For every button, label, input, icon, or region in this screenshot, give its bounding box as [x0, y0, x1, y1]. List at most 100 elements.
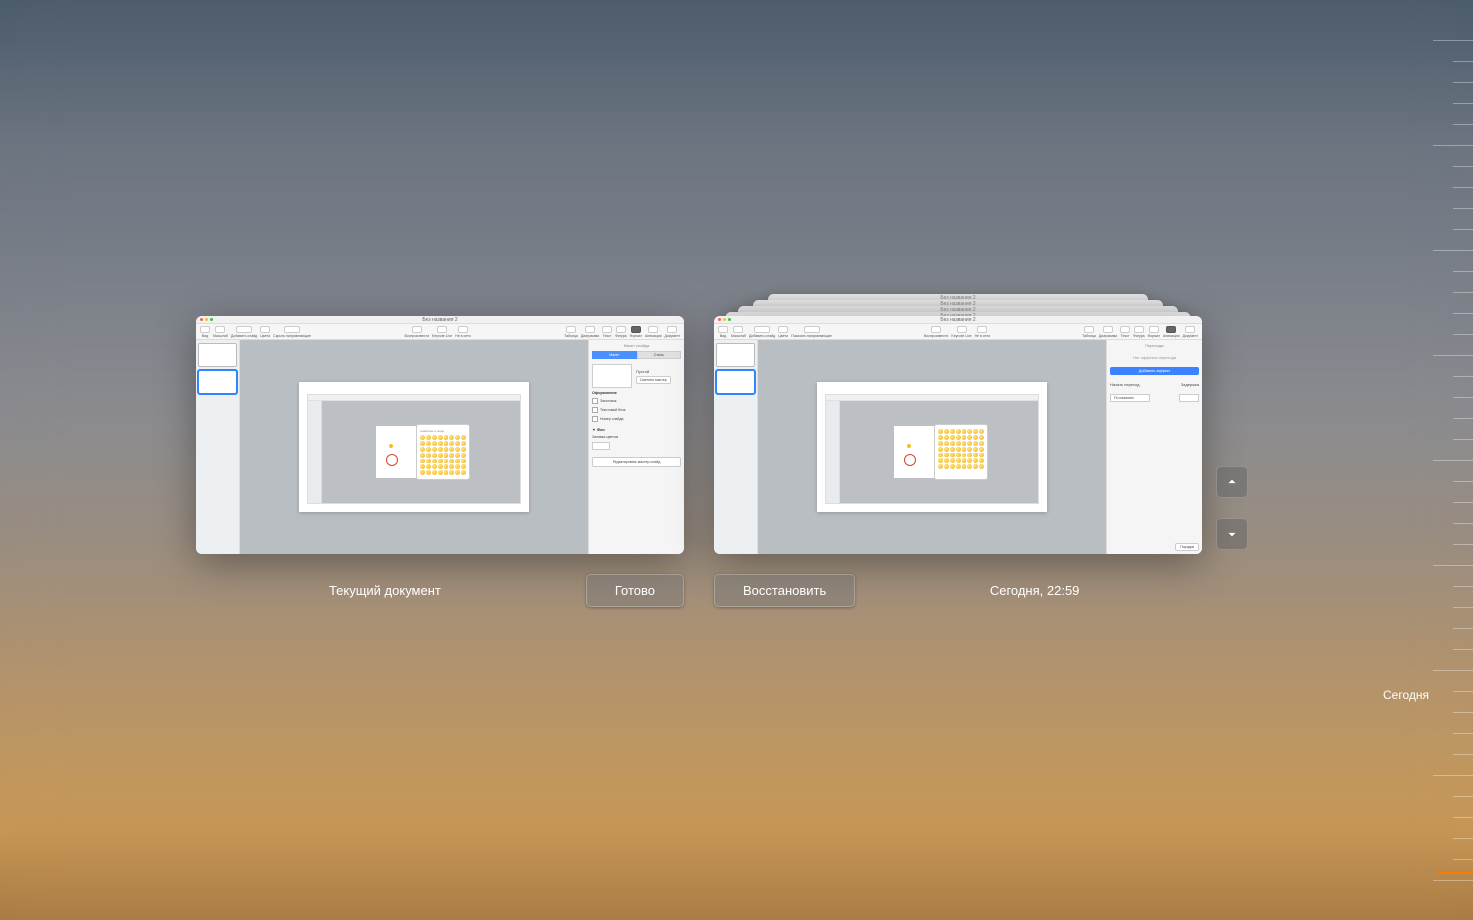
timeline-tick[interactable]	[1453, 187, 1473, 188]
timeline-tick[interactable]	[1453, 313, 1473, 314]
change-master-button: Сменить мастер	[636, 376, 671, 384]
emoji-picker-popup: смайлики и люди	[416, 424, 470, 480]
version-timeline[interactable]: Сегодня	[1363, 40, 1473, 880]
timeline-tick[interactable]	[1453, 712, 1473, 713]
emoji-grid	[420, 435, 466, 475]
done-button[interactable]: Готово	[586, 574, 684, 607]
timeline-tick[interactable]	[1433, 775, 1473, 776]
master-name: Пустой	[636, 369, 671, 374]
slide-canvas: смайлики и люди	[240, 340, 588, 554]
timeline-tick[interactable]	[1453, 754, 1473, 755]
timeline-tick[interactable]	[1453, 61, 1473, 62]
toolbar-document: Документ	[1182, 326, 1198, 338]
toolbar-format: Формат	[630, 326, 642, 338]
current-document-label: Текущий документ	[196, 583, 574, 598]
chevron-up-icon	[1225, 475, 1239, 489]
timeline-tick[interactable]	[1453, 628, 1473, 629]
timeline-tick[interactable]	[1453, 334, 1473, 335]
timeline-tick[interactable]	[1453, 544, 1473, 545]
nested-keynote-window: смайлики и люди	[307, 394, 521, 504]
inspector-sidebar-format: Макет слайда Макет Стиль Пустой Сменить …	[588, 340, 684, 554]
timeline-tick[interactable]	[1453, 103, 1473, 104]
timeline-tick[interactable]	[1453, 502, 1473, 503]
delay-value	[1179, 394, 1199, 402]
toolbar-view: Вид	[200, 326, 210, 338]
timeline-tick[interactable]	[1453, 292, 1473, 293]
window-title: Без названия 2	[940, 317, 975, 323]
red-circle-shape	[904, 454, 916, 466]
toolbar-table: Таблица	[1082, 326, 1096, 338]
toolbar-play: Воспроизвести	[924, 326, 948, 338]
window-titlebar: Без названия 2	[714, 316, 1202, 324]
slide-thumb-1	[198, 343, 237, 367]
timeline-tick[interactable]	[1453, 859, 1473, 860]
toolbar-document: Документ	[664, 326, 680, 338]
toolbar-format: Формат	[1148, 326, 1160, 338]
inspector-sidebar-animate: Переходы Нет эффекта перехода Добавить э…	[1106, 340, 1202, 554]
timeline-tick[interactable]	[1453, 607, 1473, 608]
timeline-tick[interactable]	[1453, 523, 1473, 524]
timeline-tick[interactable]	[1433, 460, 1473, 461]
edit-master-button: Редактировать мастер-слайд	[592, 457, 681, 467]
timeline-tick[interactable]	[1453, 229, 1473, 230]
window-titlebar: Без названия 2	[196, 316, 684, 324]
timeline-tick[interactable]	[1453, 691, 1473, 692]
slide-canvas	[758, 340, 1106, 554]
background-section: ▼ Фон	[592, 428, 681, 432]
current-document-preview[interactable]: Без названия 2 Вид Масштаб Добавить слай…	[196, 316, 684, 554]
timeline-tick[interactable]	[1453, 376, 1473, 377]
timeline-tick[interactable]	[1453, 208, 1473, 209]
start-transition-value: По нажатию	[1110, 394, 1150, 402]
toolbar-animate: Анимация	[645, 326, 661, 338]
timeline-tick[interactable]	[1453, 418, 1473, 419]
toolbar-add-slide: Добавить слайд	[749, 326, 775, 338]
inspector-tab-style: Стиль	[637, 351, 682, 359]
toolbar-add-slide: Добавить слайд	[231, 326, 257, 338]
slide-thumbnails	[714, 340, 758, 554]
timeline-tick[interactable]	[1433, 670, 1473, 671]
timeline-tick[interactable]	[1453, 397, 1473, 398]
timeline-tick[interactable]	[1433, 355, 1473, 356]
timeline-tick[interactable]	[1453, 733, 1473, 734]
timeline-tick[interactable]	[1453, 271, 1473, 272]
timeline-tick[interactable]	[1453, 838, 1473, 839]
red-circle-shape	[386, 454, 398, 466]
timeline-tick[interactable]	[1433, 880, 1473, 881]
slide: смайлики и люди	[299, 382, 529, 512]
timeline-tick[interactable]	[1433, 40, 1473, 41]
toolbar-zoom: Масштаб	[213, 326, 228, 338]
version-previous-button[interactable]	[1216, 466, 1248, 498]
traffic-lights	[200, 318, 213, 321]
restore-button[interactable]: Восстановить	[714, 574, 855, 607]
timeline-tick[interactable]	[1453, 166, 1473, 167]
timeline-tick[interactable]	[1433, 145, 1473, 146]
timeline-tick[interactable]	[1453, 796, 1473, 797]
timeline-tick[interactable]	[1433, 250, 1473, 251]
timeline-tick[interactable]	[1433, 565, 1473, 566]
slide	[817, 382, 1047, 512]
no-transition-label: Нет эффекта перехода	[1110, 351, 1199, 364]
inspector-header: Переходы	[1110, 343, 1199, 348]
timeline-tick[interactable]	[1453, 439, 1473, 440]
appearance-section: Оформление	[592, 391, 681, 395]
toolbar-zoom: Масштаб	[731, 326, 746, 338]
checkbox-slide-number: Номер слайда	[592, 416, 681, 422]
timeline-tick[interactable]	[1453, 586, 1473, 587]
nested-keynote-window	[825, 394, 1039, 504]
version-next-button[interactable]	[1216, 518, 1248, 550]
checkbox-title: Заголовок	[592, 398, 681, 404]
timeline-tick[interactable]	[1453, 124, 1473, 125]
toolbar-text: Текст	[1120, 326, 1130, 338]
timeline-tick[interactable]	[1453, 481, 1473, 482]
timeline-tick[interactable]	[1453, 82, 1473, 83]
timeline-tick[interactable]	[1453, 817, 1473, 818]
toolbar-colors: Цвета	[778, 326, 788, 338]
toolbar-shape: Фигура	[615, 326, 627, 338]
version-document-preview[interactable]: Без названия 2 Вид Масштаб Добавить слай…	[714, 316, 1202, 554]
fill-color-well	[592, 442, 610, 450]
toolbar-keynote-live: Keynote Live	[951, 326, 971, 338]
timeline-tick[interactable]	[1453, 649, 1473, 650]
master-preview-icon	[592, 364, 632, 388]
toolbar-chart: Диаграмма	[581, 326, 599, 338]
toolbar-chart: Диаграмма	[1099, 326, 1117, 338]
